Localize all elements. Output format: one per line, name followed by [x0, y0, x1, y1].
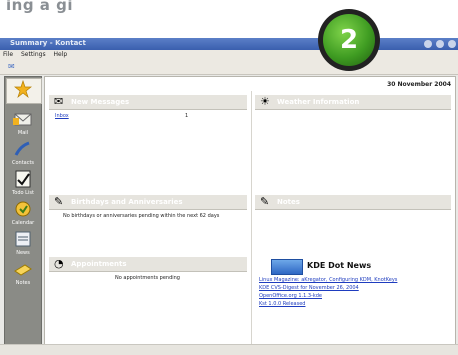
kde-logo — [271, 259, 303, 275]
window-title: Summary - Kontact — [10, 39, 86, 47]
sidebar-item-label-news: News — [16, 250, 30, 256]
sidebar-item-notes[interactable]: Notes — [5, 259, 41, 286]
minimize-button[interactable] — [424, 40, 432, 48]
mail-icon: ✉ — [54, 95, 64, 108]
maximize-button[interactable] — [436, 40, 444, 48]
menu-file[interactable]: File — [0, 50, 16, 59]
star-icon — [12, 79, 34, 99]
panel-header-new-messages: ✉ New Messages — [49, 95, 247, 110]
kde-news-title: KDE Dot News — [307, 261, 372, 270]
sidebar-item-todo[interactable]: Todo List — [5, 169, 41, 196]
panel-header-notes: ✎ Notes — [255, 195, 451, 210]
sidebar-item-contacts[interactable]: Contacts — [5, 139, 41, 166]
statusbar — [0, 344, 458, 355]
weather-icon: ☀ — [260, 95, 270, 108]
menubar: File Settings Help — [0, 50, 458, 60]
todo-icon — [12, 169, 34, 189]
notes-icon: ✎ — [260, 195, 270, 208]
step-badge-circle: 2 — [323, 14, 375, 66]
sidebar-item-calendar[interactable]: Calendar — [5, 199, 41, 226]
sidebar-item-label-calendar: Calendar — [11, 220, 35, 226]
panel-title-appointments: Appointments — [71, 260, 127, 268]
news-icon — [12, 229, 34, 249]
panel-header-appointments: ◔ Appointments — [49, 257, 247, 272]
titlebar: Summary - Kontact — [0, 38, 458, 50]
new-icon[interactable]: ✉ — [8, 62, 26, 72]
panel-title-birthdays: Birthdays and Anniversaries — [71, 198, 183, 206]
sidebar-item-label-mail: Mail — [17, 130, 29, 136]
news-link-4[interactable]: Kst 1.0.0 Released — [259, 301, 305, 307]
mail-icon — [12, 109, 34, 129]
kontact-window: Summary - Kontact File Settings Help ✉ M… — [0, 38, 458, 355]
calendar-icon: ◔ — [54, 257, 64, 270]
news-link-3[interactable]: OpenOffice.org 1.1.3-kde — [259, 293, 322, 299]
panel-header-birthdays: ✎ Birthdays and Anniversaries — [49, 195, 247, 210]
close-button[interactable] — [448, 40, 456, 48]
column-divider — [251, 91, 252, 345]
menu-settings[interactable]: Settings — [18, 50, 49, 59]
toolbar: ✉ — [0, 60, 458, 75]
sidebar-item-label-contacts: Contacts — [11, 160, 35, 166]
top-caption: ing a gi — [6, 0, 74, 14]
sidebar-item-news[interactable]: News — [5, 229, 41, 256]
inbox-count: 1 — [185, 113, 189, 119]
sidebar: Mail Contacts Todo List Calendar News No… — [4, 76, 42, 346]
sidebar-item-mail[interactable]: Mail — [5, 109, 41, 136]
sidebar-item-label-todo: Todo List — [12, 190, 34, 196]
panel-title-weather: Weather Information — [277, 98, 360, 106]
birthdays-status: No birthdays or anniversaries pending wi… — [63, 213, 220, 219]
top-strip: ing a gi — [0, 0, 458, 38]
summary-date: 30 November 2004 — [387, 81, 451, 88]
panel-title-notes: Notes — [277, 198, 300, 206]
news-link-1[interactable]: Linux Magazine: aKregator, Configuring K… — [259, 277, 397, 283]
contacts-icon — [12, 139, 34, 159]
panel-header-weather: ☀ Weather Information — [255, 95, 451, 110]
inbox-link[interactable]: Inbox — [55, 113, 69, 119]
sidebar-item-summary[interactable] — [5, 79, 41, 99]
summary-view: 30 November 2004 ✉ New Messages Inbox 1 … — [44, 76, 456, 346]
birthday-icon: ✎ — [54, 195, 64, 208]
menu-help[interactable]: Help — [51, 50, 71, 59]
calendar-icon — [12, 199, 34, 219]
news-link-2[interactable]: KDE CVS-Digest for November 26, 2004 — [259, 285, 359, 291]
appointments-status: No appointments pending — [115, 275, 180, 281]
panel-title-new-messages: New Messages — [71, 98, 130, 106]
notes-icon — [12, 259, 34, 279]
sidebar-item-label-notes: Notes — [15, 280, 31, 286]
step-badge-number: 2 — [339, 25, 359, 55]
step-badge: 2 — [318, 9, 380, 71]
